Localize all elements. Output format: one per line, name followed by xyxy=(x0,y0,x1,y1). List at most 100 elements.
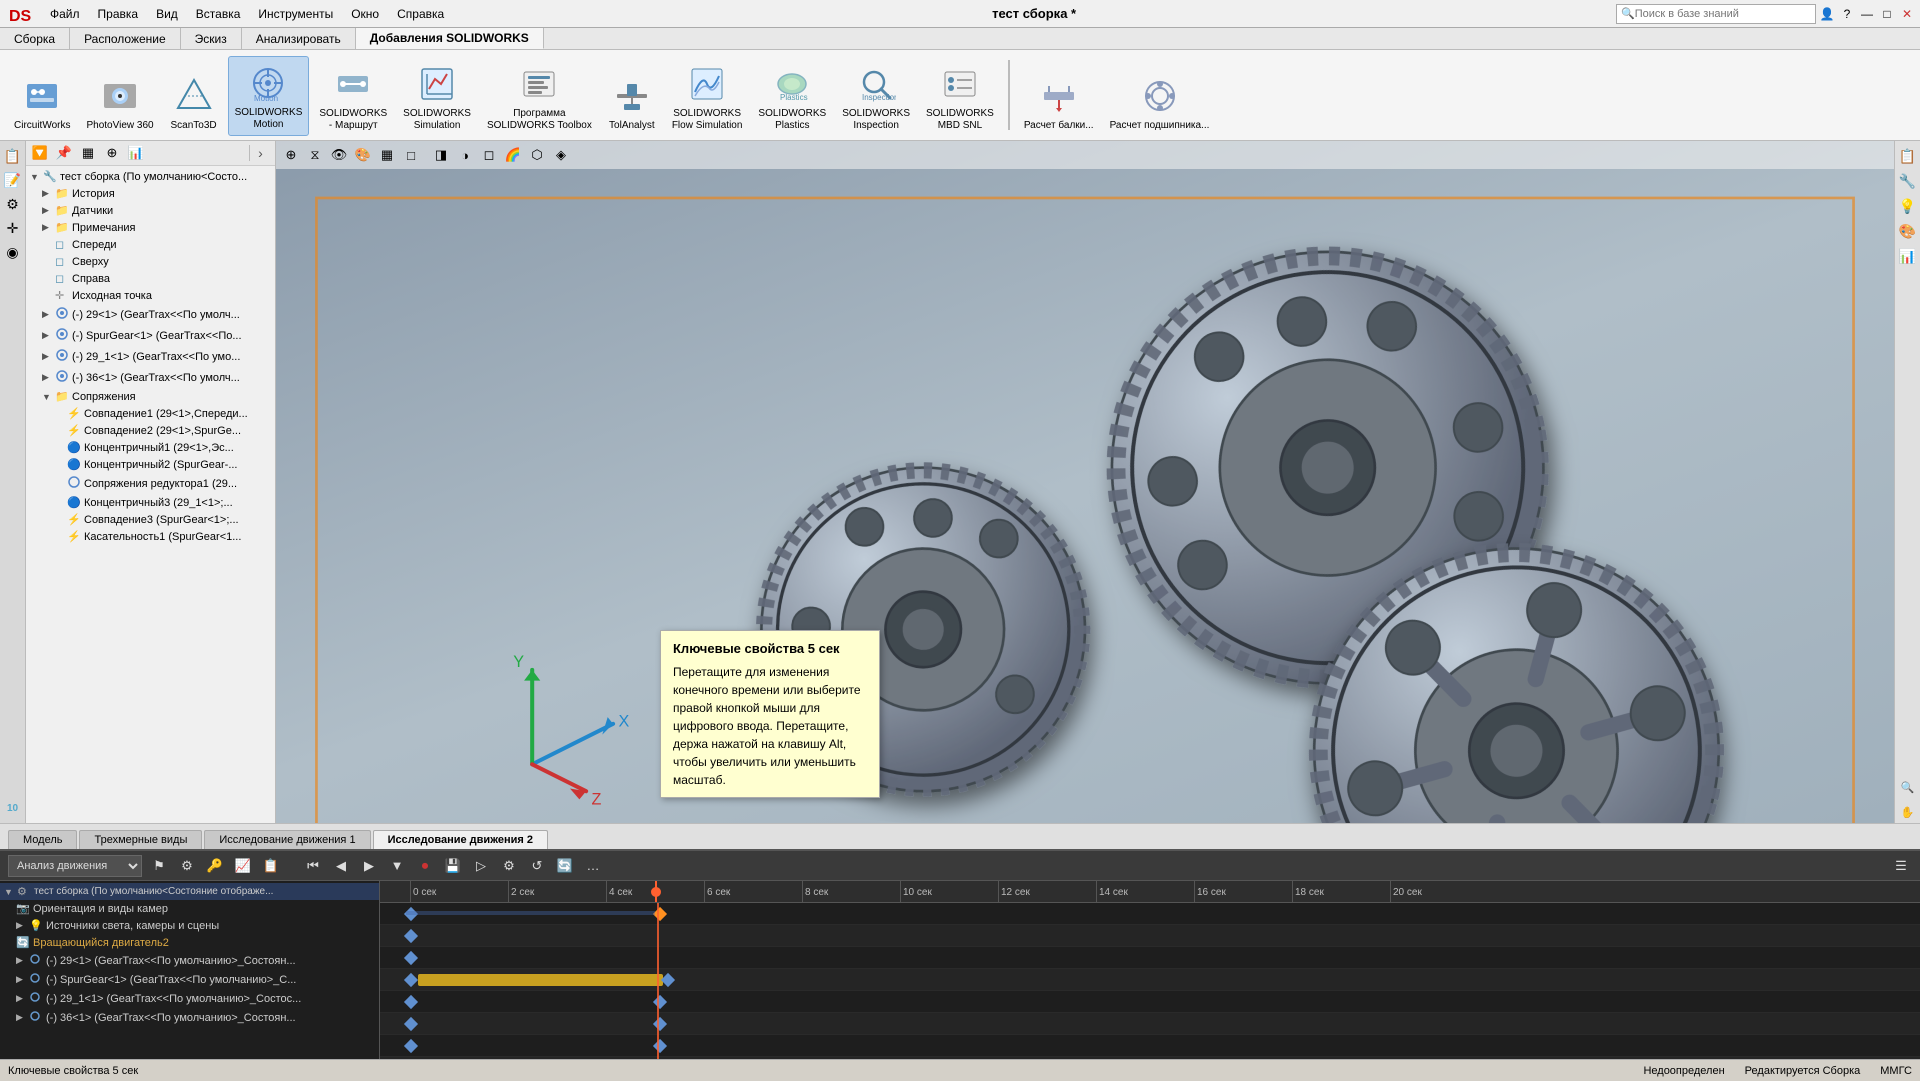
tree-mate4[interactable]: 🔵 Концентричный2 (SpurGear-... xyxy=(26,456,275,473)
tree-grid-icon[interactable]: ▦ xyxy=(78,143,98,163)
motion-report-icon[interactable]: 📋 xyxy=(260,855,282,877)
tree-root[interactable]: ▼ 🔧 тест сборка (По умолчанию<Состо... xyxy=(26,168,275,185)
menu-edit[interactable]: Правка xyxy=(90,5,147,23)
tl-row-orient[interactable] xyxy=(380,925,1920,947)
minimize-icon[interactable]: — xyxy=(1858,5,1876,23)
timeline-area[interactable]: 0 сек 2 сек 4 сек 6 сек 8 сек 10 сек 12 … xyxy=(380,881,1920,1059)
motion-more-icon[interactable]: … xyxy=(582,855,604,877)
maximize-icon[interactable]: □ xyxy=(1878,5,1896,23)
view-appearance-icon[interactable]: 🎨 xyxy=(352,144,374,166)
mt-root[interactable]: ▼ ⚙ тест сборка (По умолчанию<Состояние … xyxy=(0,883,379,900)
tree-top[interactable]: ◻ Сверху xyxy=(26,253,275,270)
feature-manager-icon[interactable]: 📋 xyxy=(2,145,24,167)
motion-play-back-icon[interactable]: ◀ xyxy=(330,855,352,877)
motion-savekey-icon[interactable]: 💾 xyxy=(442,855,464,877)
tree-mate2[interactable]: ⚡ Совпадение2 (29<1>,SpurGe... xyxy=(26,422,275,439)
tool-mbd-snl[interactable]: SOLIDWORKSMBD SNL xyxy=(920,58,1000,136)
tree-mate1[interactable]: ⚡ Совпадение1 (29<1>,Спереди... xyxy=(26,405,275,422)
tree-chart-icon[interactable]: 📊 xyxy=(126,143,146,163)
menu-window[interactable]: Окно xyxy=(343,5,387,23)
motion-play-icon[interactable]: ▶ xyxy=(358,855,380,877)
tl-row-root[interactable] xyxy=(380,903,1920,925)
viewport[interactable]: ⊕ ⧖ 👁 🎨 ▦ □ ◨ ◑ ◻ 🌈 ⬡ ◈ xyxy=(276,141,1894,823)
motion-rewind2-icon[interactable]: ↺ xyxy=(526,855,548,877)
mt-p2[interactable]: ▶ (-) SpurGear<1> (GearTrax<<По умолчани… xyxy=(0,970,379,989)
menu-file[interactable]: Файл xyxy=(42,5,88,23)
mt-p3[interactable]: ▶ (-) 29_1<1> (GearTrax<<По умолчанию>_С… xyxy=(0,989,379,1008)
tl-row-lights[interactable] xyxy=(380,947,1920,969)
tree-mates[interactable]: ▼ 📁 Сопряжения xyxy=(26,388,275,405)
search-input[interactable] xyxy=(1635,8,1795,20)
view-color-icon[interactable]: 🌈 xyxy=(502,144,524,166)
tree-part1[interactable]: ▶ (-) 29<1> (GearTrax<<По умолч... xyxy=(26,304,275,325)
tree-plus-icon[interactable]: ⊕ xyxy=(102,143,122,163)
right-icon-1[interactable]: 📋 xyxy=(1897,145,1919,167)
view-rtx-icon[interactable]: ◈ xyxy=(550,144,572,166)
tab-addins[interactable]: Добавления SOLIDWORKS xyxy=(356,28,544,49)
tab-model[interactable]: Модель xyxy=(8,830,77,849)
tree-part3[interactable]: ▶ (-) 29_1<1> (GearTrax<<По умо... xyxy=(26,346,275,367)
mt-lights[interactable]: ▶ 💡 Источники света, камеры и сцены xyxy=(0,917,379,934)
view-hide-icon[interactable]: 👁 xyxy=(328,144,350,166)
help-icon[interactable]: ? xyxy=(1838,5,1856,23)
view-perspective-icon[interactable]: ⬡ xyxy=(526,144,548,166)
tab-sketch[interactable]: Эскиз xyxy=(181,28,242,49)
tab-3d-views[interactable]: Трехмерные виды xyxy=(79,830,202,849)
tree-mate7[interactable]: ⚡ Совпадение3 (SpurGear<1>;... xyxy=(26,511,275,528)
menu-insert[interactable]: Вставка xyxy=(188,5,249,23)
tool-flow-simulation[interactable]: SOLIDWORKSFlow Simulation xyxy=(666,58,749,136)
search-box[interactable]: 🔍 xyxy=(1616,4,1816,24)
right-icon-zoom[interactable]: 🔍 xyxy=(1897,776,1919,798)
close-icon[interactable]: ✕ xyxy=(1898,5,1916,23)
tree-expand-btn[interactable]: › xyxy=(249,145,271,161)
playhead-marker[interactable] xyxy=(655,881,657,902)
tree-mate3[interactable]: 🔵 Концентричный1 (29<1>,Эс... xyxy=(26,439,275,456)
motion-loop-icon[interactable]: 🔄 xyxy=(554,855,576,877)
tool-program[interactable]: ПрограммаSOLIDWORKS Toolbox xyxy=(481,58,598,136)
view-section-icon[interactable]: ⧖ xyxy=(304,144,326,166)
mt-p1[interactable]: ▶ (-) 29<1> (GearTrax<<По умолчанию>_Сос… xyxy=(0,951,379,970)
tree-origin[interactable]: ✛ Исходная точка xyxy=(26,287,275,304)
right-icon-5[interactable]: 📊 xyxy=(1897,245,1919,267)
tool-circuitworks[interactable]: CircuitWorks xyxy=(8,70,76,136)
tab-assembly[interactable]: Сборка xyxy=(0,28,70,49)
motion-icon[interactable]: 10 xyxy=(2,797,24,819)
tree-part4[interactable]: ▶ (-) 36<1> (GearTrax<<По умолч... xyxy=(26,367,275,388)
right-icon-2[interactable]: 🔧 xyxy=(1897,170,1919,192)
tree-notes[interactable]: ▶ 📁 Примечания xyxy=(26,219,275,236)
explode-icon[interactable]: ✛ xyxy=(2,217,24,239)
motion-calc-icon[interactable]: ⚙ xyxy=(176,855,198,877)
tl-row-p2[interactable] xyxy=(380,1013,1920,1035)
config-manager-icon[interactable]: ⚙ xyxy=(2,193,24,215)
motion-graph-icon[interactable]: 📈 xyxy=(232,855,254,877)
tree-right[interactable]: ◻ Справа xyxy=(26,270,275,287)
right-icon-4[interactable]: 🎨 xyxy=(1897,220,1919,242)
tool-sw-route[interactable]: SOLIDWORKS- Маршрут xyxy=(313,58,393,136)
view-edges-icon[interactable]: ◻ xyxy=(478,144,500,166)
motion-type-select[interactable]: Анализ движения Основное движение xyxy=(8,855,142,877)
motion-rewind-icon[interactable]: ⏮ xyxy=(302,855,324,877)
filter-icon[interactable]: 🔽 xyxy=(30,143,50,163)
motion-record-icon[interactable]: ⏺ xyxy=(414,855,436,877)
tab-analyze[interactable]: Анализировать xyxy=(242,28,356,49)
tool-tolanalyst[interactable]: TolAnalyst xyxy=(602,70,662,136)
right-icon-pan[interactable]: ✋ xyxy=(1897,801,1919,823)
tree-mate6[interactable]: 🔵 Концентричный3 (29_1<1>;... xyxy=(26,494,275,511)
tl-row-p4[interactable] xyxy=(380,1057,1920,1059)
tree-front[interactable]: ◻ Спереди xyxy=(26,236,275,253)
motion-settings-icon[interactable]: ⚙ xyxy=(498,855,520,877)
property-manager-icon[interactable]: 📝 xyxy=(2,169,24,191)
tl-row-motor[interactable] xyxy=(380,969,1920,991)
mt-p4[interactable]: ▶ (-) 36<1> (GearTrax<<По умолчанию>_Сос… xyxy=(0,1008,379,1027)
tree-history[interactable]: ▶ 📁 История xyxy=(26,185,275,202)
user-icon[interactable]: 👤 xyxy=(1818,5,1836,23)
view-render-mode[interactable]: ◨ xyxy=(430,144,452,166)
view-3d-icon[interactable]: □ xyxy=(400,144,422,166)
tool-sw-simulation[interactable]: SOLIDWORKSSimulation xyxy=(397,58,477,136)
tool-plastics[interactable]: Plastics SOLIDWORKSPlastics xyxy=(752,58,832,136)
tree-pin-icon[interactable]: 📌 xyxy=(54,143,74,163)
tool-calc-bearing[interactable]: Расчет подшипника... xyxy=(1104,70,1216,136)
tab-motion2[interactable]: Исследование движения 2 xyxy=(373,830,548,849)
display-states-icon[interactable]: ◉ xyxy=(2,241,24,263)
tool-inspection[interactable]: Inspection SOLIDWORKSInspection xyxy=(836,58,916,136)
